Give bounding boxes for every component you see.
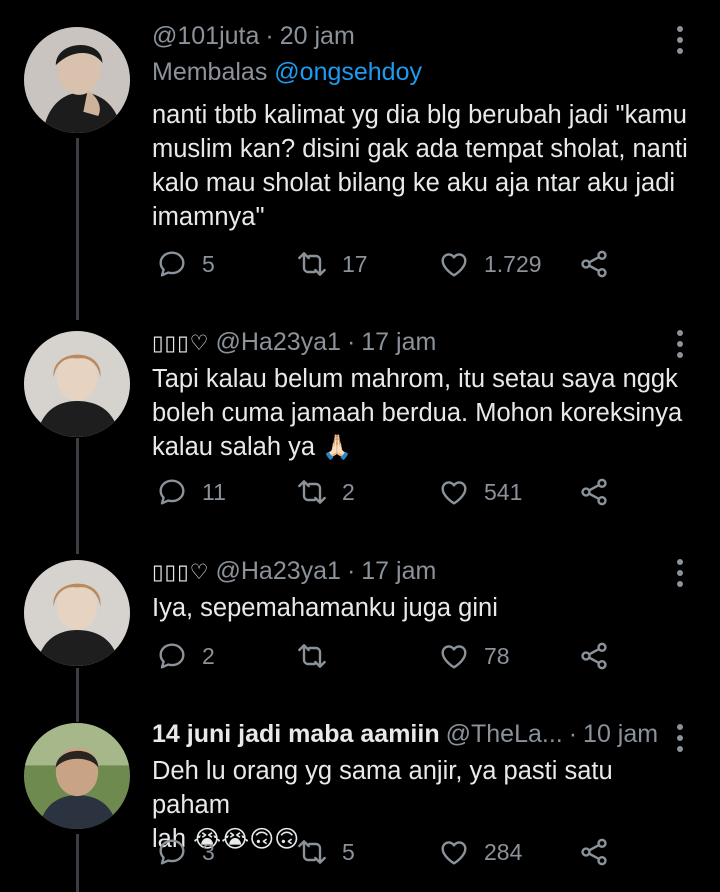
timestamp[interactable]: 17 jam bbox=[361, 557, 436, 586]
more-options-icon[interactable] bbox=[676, 26, 684, 59]
replying-to: Membalas @ongsehdoy bbox=[152, 58, 422, 87]
thread-line bbox=[76, 834, 79, 892]
share-icon bbox=[581, 478, 607, 506]
action-bar: 5 17 1.729 bbox=[152, 248, 622, 288]
share-icon bbox=[581, 642, 607, 670]
like-count: 284 bbox=[484, 838, 523, 865]
share-icon bbox=[581, 838, 607, 866]
avatar[interactable] bbox=[24, 723, 130, 829]
like-count: 1.729 bbox=[484, 250, 542, 277]
reply-icon bbox=[159, 251, 185, 277]
reply-icon bbox=[159, 643, 185, 669]
thread-line bbox=[76, 438, 79, 554]
more-options-icon[interactable] bbox=[676, 330, 684, 363]
reply-count: 2 bbox=[202, 642, 215, 669]
avatar[interactable] bbox=[24, 331, 130, 437]
like-icon bbox=[441, 841, 467, 865]
tweet-header: @101juta · 20 jam bbox=[152, 22, 660, 51]
more-options-icon[interactable] bbox=[676, 724, 684, 757]
retweet-count: 2 bbox=[342, 478, 355, 505]
like-icon bbox=[441, 481, 467, 505]
thread-line bbox=[76, 668, 79, 722]
separator: · bbox=[346, 557, 356, 585]
retweet-button[interactable] bbox=[296, 640, 342, 672]
share-button[interactable] bbox=[578, 476, 610, 508]
reply-icon bbox=[159, 479, 185, 505]
text-line: muslim kan? disini gak ada tempat sholat… bbox=[152, 135, 688, 163]
display-name[interactable]: ▯▯▯♡ bbox=[152, 331, 210, 356]
display-name[interactable]: 14 juni jadi maba aamiin bbox=[152, 720, 440, 749]
retweet-count: 17 bbox=[342, 250, 368, 277]
separator: · bbox=[568, 720, 578, 748]
separator: · bbox=[346, 328, 356, 356]
action-bar: 3 5 284 bbox=[152, 836, 622, 876]
reply-button[interactable]: 11 bbox=[156, 476, 226, 508]
retweet-icon bbox=[298, 840, 326, 864]
share-button[interactable] bbox=[578, 248, 610, 280]
mention-link[interactable]: @ongsehdoy bbox=[274, 58, 422, 86]
retweet-button[interactable]: 2 bbox=[296, 476, 355, 508]
retweet-count: 5 bbox=[342, 838, 355, 865]
retweet-button[interactable]: 17 bbox=[296, 248, 368, 280]
tweet-header: ▯▯▯♡ @Ha23ya1 · 17 jam bbox=[152, 328, 660, 357]
like-count: 541 bbox=[484, 478, 523, 505]
avatar[interactable] bbox=[24, 27, 130, 133]
tweet-header: ▯▯▯♡ @Ha23ya1 · 17 jam bbox=[152, 557, 660, 586]
retweet-icon bbox=[298, 480, 326, 504]
separator: · bbox=[265, 22, 274, 50]
tweet-text: nanti tbtb kalimat yg dia blg berubah ja… bbox=[152, 98, 692, 234]
timestamp[interactable]: 20 jam bbox=[280, 22, 355, 51]
text-line: nanti tbtb kalimat yg dia blg berubah ja… bbox=[152, 101, 687, 129]
tweet-text: Tapi kalau belum mahrom, itu setau saya … bbox=[152, 362, 692, 465]
reply-icon bbox=[159, 839, 185, 865]
reply-button[interactable]: 2 bbox=[156, 640, 215, 672]
text-line: imamnya" bbox=[152, 203, 265, 231]
retweet-icon bbox=[298, 644, 326, 668]
tweet-text: Iya, sepemahamanku juga gini bbox=[152, 591, 692, 625]
reply-button[interactable]: 3 bbox=[156, 836, 215, 868]
text-line: kalau salah ya bbox=[152, 433, 316, 461]
handle[interactable]: @Ha23ya1 bbox=[216, 557, 341, 586]
text-line: boleh cuma jamaah berdua. Mohon koreksin… bbox=[152, 399, 683, 427]
like-icon bbox=[441, 645, 467, 669]
like-count: 78 bbox=[484, 642, 510, 669]
text-line: kalau salah ya 🙏🏻 bbox=[152, 430, 692, 465]
like-button[interactable]: 284 bbox=[438, 836, 522, 868]
retweet-icon bbox=[298, 252, 326, 276]
timestamp[interactable]: 10 jam bbox=[583, 720, 658, 749]
timestamp[interactable]: 17 jam bbox=[361, 328, 436, 357]
text-line: Deh lu orang yg sama anjir, ya pasti sat… bbox=[152, 757, 613, 819]
replying-prefix: Membalas bbox=[152, 58, 268, 86]
avatar[interactable] bbox=[24, 560, 130, 666]
action-bar: 11 2 541 bbox=[152, 476, 622, 516]
action-bar: 2 78 bbox=[152, 640, 622, 680]
handle[interactable]: @TheLa... bbox=[446, 720, 563, 749]
reply-count: 5 bbox=[202, 250, 215, 277]
share-button[interactable] bbox=[578, 836, 610, 868]
share-icon bbox=[581, 250, 607, 278]
handle[interactable]: @101juta bbox=[152, 22, 259, 51]
text-line: Tapi kalau belum mahrom, itu setau saya … bbox=[152, 365, 678, 393]
text-line: kalo mau sholat bilang ke aku aja ntar a… bbox=[152, 169, 676, 197]
like-button[interactable]: 541 bbox=[438, 476, 522, 508]
share-button[interactable] bbox=[578, 640, 610, 672]
display-name[interactable]: ▯▯▯♡ bbox=[152, 560, 210, 585]
handle[interactable]: @Ha23ya1 bbox=[216, 328, 341, 357]
thread-line bbox=[76, 138, 79, 320]
reply-button[interactable]: 5 bbox=[156, 248, 215, 280]
text-line: Iya, sepemahamanku juga gini bbox=[152, 594, 498, 622]
like-button[interactable]: 78 bbox=[438, 640, 510, 672]
retweet-button[interactable]: 5 bbox=[296, 836, 355, 868]
like-icon bbox=[441, 253, 467, 277]
more-options-icon[interactable] bbox=[676, 559, 684, 592]
tweet-header: 14 juni jadi maba aamiin @TheLa... · 10 … bbox=[152, 720, 660, 749]
reply-count: 11 bbox=[202, 478, 226, 505]
like-button[interactable]: 1.729 bbox=[438, 248, 542, 280]
reply-count: 3 bbox=[202, 838, 215, 865]
emoji: 🙏🏻 bbox=[322, 434, 353, 461]
